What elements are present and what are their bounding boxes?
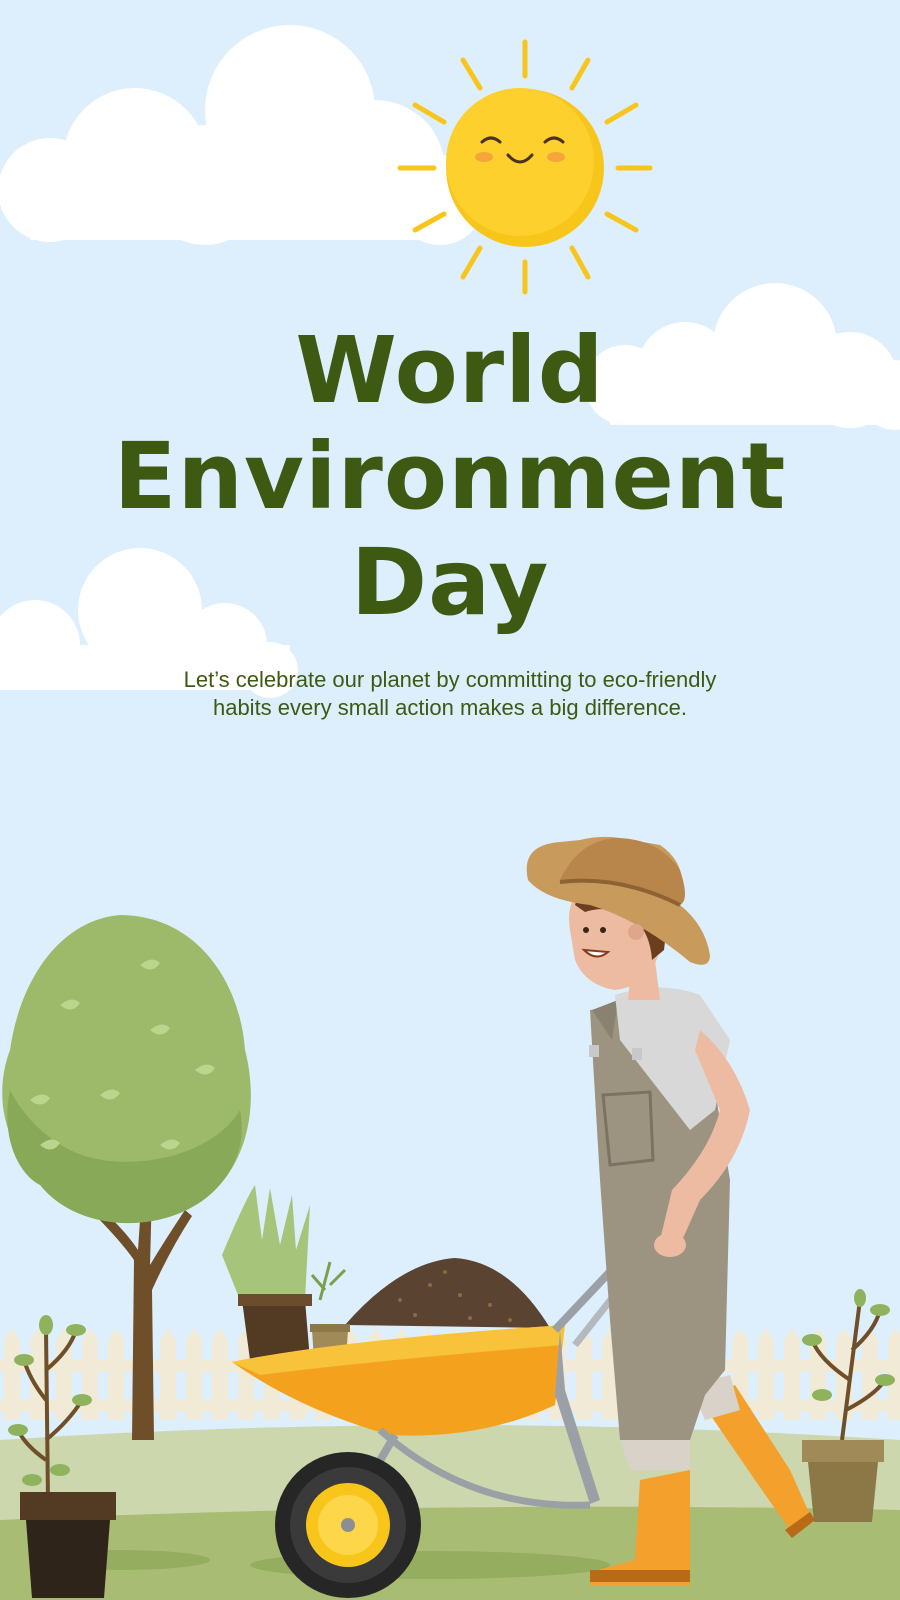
title-line-world: World — [295, 317, 605, 424]
page-title: World Environment Day — [0, 318, 900, 636]
cloud-icon — [0, 25, 485, 245]
illustration — [0, 25, 900, 1600]
poster: World Environment Day Let’s celebrate ou… — [0, 0, 900, 1600]
title-line-environment: Environment — [113, 423, 787, 530]
title-line-day: Day — [350, 529, 550, 636]
subtitle-text: Let’s celebrate our planet by committing… — [183, 667, 717, 720]
